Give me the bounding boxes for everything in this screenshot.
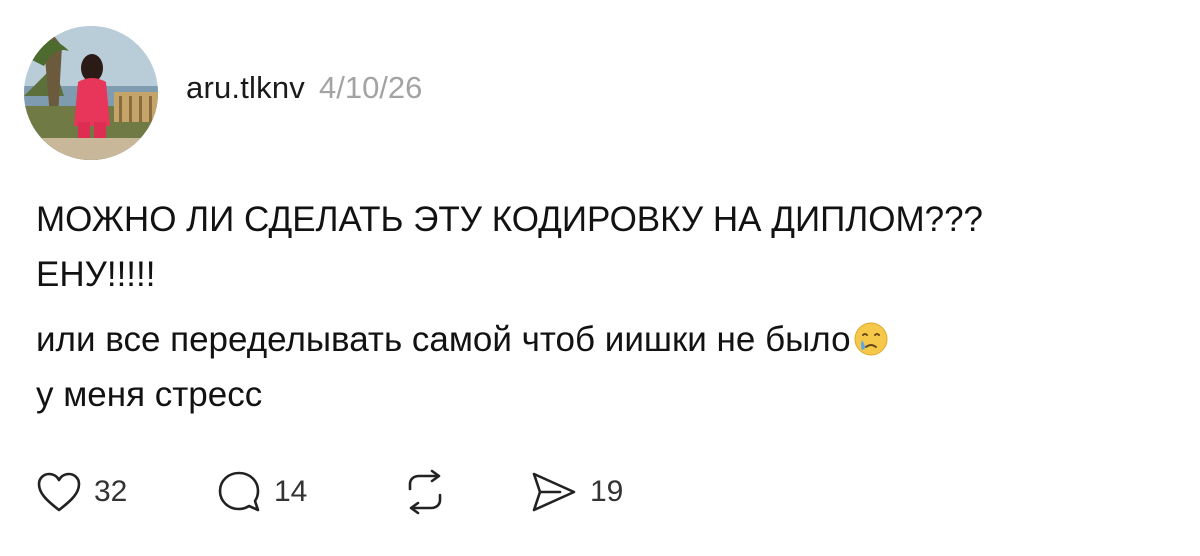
share-button[interactable]: 19 xyxy=(530,470,623,514)
crying-face-emoji-icon xyxy=(854,322,888,356)
post-body: МОЖНО ЛИ СДЕЛАТЬ ЭТУ КОДИРОВКУ НА ДИПЛОМ… xyxy=(36,192,1176,422)
post-line-3: или все переделывать самой чтоб иишки не… xyxy=(36,320,851,359)
post-card: aru.tlknv 4/10/26 МОЖНО ЛИ СДЕЛАТЬ ЭТУ К… xyxy=(0,0,1200,556)
avatar[interactable] xyxy=(24,26,158,160)
avatar-photo xyxy=(24,26,158,160)
heart-icon xyxy=(37,472,81,512)
comment-bubble-icon xyxy=(218,471,260,512)
post-line-3-wrap: или все переделывать самой чтоб иишки не… xyxy=(36,312,1176,367)
username[interactable]: aru.tlknv xyxy=(186,70,305,106)
send-icon xyxy=(532,472,576,512)
post-header: aru.tlknv 4/10/26 xyxy=(186,70,422,110)
repost-icon xyxy=(408,469,442,515)
comment-count: 14 xyxy=(274,475,308,508)
post-paragraph-1: МОЖНО ЛИ СДЕЛАТЬ ЭТУ КОДИРОВКУ НА ДИПЛОМ… xyxy=(36,192,1176,302)
post-line-4: у меня стресс xyxy=(36,375,263,414)
post-actions: 32 14 19 xyxy=(36,462,623,522)
comment-button[interactable]: 14 xyxy=(216,469,400,515)
post-paragraph-2: или все переделывать самой чтоб иишки не… xyxy=(36,312,1176,422)
repost-button[interactable] xyxy=(400,469,530,515)
share-count: 19 xyxy=(590,475,624,508)
like-count: 32 xyxy=(94,475,128,508)
post-date: 4/10/26 xyxy=(318,70,423,105)
post-line-1: МОЖНО ЛИ СДЕЛАТЬ ЭТУ КОДИРОВКУ НА ДИПЛОМ… xyxy=(36,200,983,239)
post-line-2: ЕНУ!!!!! xyxy=(36,255,156,294)
like-button[interactable]: 32 xyxy=(36,471,216,513)
